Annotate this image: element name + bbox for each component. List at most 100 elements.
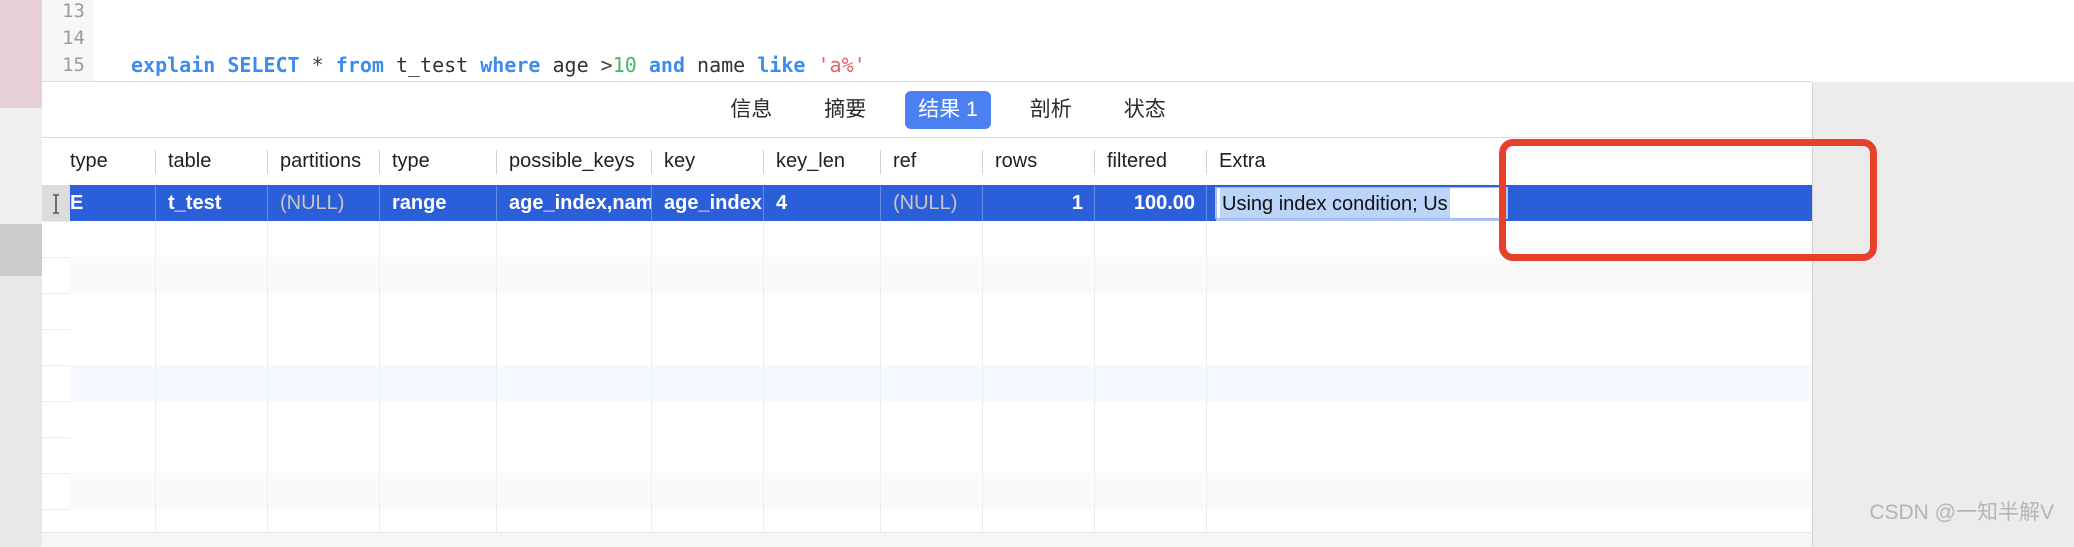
sql-editor[interactable]: 13 14 15 explain SELECT * from t_test wh… [42, 0, 2074, 82]
cell-divider [379, 257, 380, 293]
cell-divider [982, 401, 983, 437]
cell-divider [880, 329, 881, 365]
cell-type[interactable]: range [379, 185, 496, 221]
code-area[interactable]: explain SELECT * from t_test where age >… [94, 0, 2074, 82]
tab-3[interactable]: 剖析 [1017, 91, 1085, 129]
row-handle[interactable] [42, 473, 70, 510]
cell-divider [379, 473, 380, 509]
cell-divider [1094, 401, 1095, 437]
cell-divider [651, 437, 652, 473]
extra-cell-editor[interactable]: Using index condition; Us [1216, 187, 1506, 219]
row-handle[interactable] [42, 329, 70, 366]
cell-divider [379, 401, 380, 437]
column-header-partitions[interactable]: partitions [267, 138, 379, 185]
cell-divider [496, 329, 497, 365]
column-header-type[interactable]: type [379, 138, 496, 185]
cell-divider [982, 365, 983, 401]
column-header-filtered[interactable]: filtered [1094, 138, 1206, 185]
column-header-ref[interactable]: ref [880, 138, 982, 185]
table-row[interactable]: Et_test(NULL)rangeage_index,name_age_ind… [70, 185, 1812, 222]
cell-key_len[interactable]: 4 [763, 185, 880, 221]
cell-divider [496, 257, 497, 293]
row-handle[interactable] [42, 293, 70, 330]
row-handle[interactable] [42, 185, 70, 222]
cell-divider [1206, 401, 1207, 437]
cell-table[interactable]: t_test [155, 185, 267, 221]
cell-divider [267, 293, 268, 329]
cell-divider [267, 329, 268, 365]
table-row-empty[interactable] [70, 329, 1812, 366]
cell-divider [880, 401, 881, 437]
row-header-corner [42, 138, 70, 186]
sql-token: > [588, 53, 613, 77]
cell-divider [982, 473, 983, 509]
sql-token: explain [131, 53, 216, 77]
line-number: 15 [62, 54, 85, 76]
column-header-key[interactable]: key [651, 138, 763, 185]
cell-divider [651, 365, 652, 401]
sql-token: and [648, 53, 685, 77]
cell-divider [880, 257, 881, 293]
table-row-empty[interactable] [70, 473, 1812, 510]
cell-select_type[interactable]: E [70, 185, 155, 221]
row-handle[interactable] [42, 401, 70, 438]
cell-filtered[interactable]: 100.00 [1094, 185, 1206, 221]
cell-divider [1206, 293, 1207, 329]
cell-divider [379, 365, 380, 401]
column-header-possible_keys[interactable]: possible_keys [496, 138, 651, 185]
table-row-empty[interactable] [70, 437, 1812, 474]
cell-divider [379, 437, 380, 473]
cell-divider [155, 221, 156, 257]
cell-divider [155, 329, 156, 365]
watermark: CSDN @一知半解V [1869, 501, 2054, 524]
cell-divider [880, 473, 881, 509]
tab-2[interactable]: 结果 1 [905, 91, 991, 129]
cell-possible_keys[interactable]: age_index,name_ [496, 185, 651, 221]
row-header-gutter[interactable] [42, 138, 70, 546]
row-handle[interactable] [42, 221, 70, 258]
cell-partitions[interactable]: (NULL) [267, 185, 379, 221]
cell-key[interactable]: age_index [651, 185, 763, 221]
column-header-select_type[interactable]: type [70, 138, 155, 185]
cell-ref[interactable]: (NULL) [880, 185, 982, 221]
table-row-empty[interactable] [70, 221, 1812, 258]
result-grid[interactable]: type table partitions type possible_keys key k… [42, 138, 1812, 546]
cell-divider [1094, 437, 1095, 473]
column-header-key_len[interactable]: key_len [763, 138, 880, 185]
result-tabbar: 信息 摘要 结果 1 剖析 状态 [42, 82, 2074, 138]
tab-1[interactable]: 摘要 [811, 91, 879, 129]
column-header-table[interactable]: table [155, 138, 267, 185]
row-handle[interactable] [42, 437, 70, 474]
cell-divider [267, 473, 268, 509]
row-handle[interactable] [42, 365, 70, 402]
grid-header-row[interactable]: type table partitions type possible_keys key k… [70, 138, 1812, 186]
cell-divider [982, 329, 983, 365]
row-handle[interactable] [42, 257, 70, 294]
tab-0[interactable]: 信息 [717, 91, 785, 129]
cell-divider [1206, 329, 1207, 365]
tab-4[interactable]: 状态 [1111, 91, 1179, 129]
cell-divider [155, 257, 156, 293]
cell-divider [267, 221, 268, 257]
column-header-Extra[interactable]: Extra [1206, 138, 1812, 185]
cell-divider [651, 329, 652, 365]
sql-token: from [335, 53, 384, 77]
sql-token: 'a%' [817, 53, 866, 77]
cell-divider [155, 401, 156, 437]
table-row-empty[interactable] [70, 257, 1812, 294]
cell-divider [763, 401, 764, 437]
rail-segment-thumb[interactable] [0, 224, 42, 276]
table-row-empty[interactable] [70, 293, 1812, 330]
table-row-empty[interactable] [70, 401, 1812, 438]
column-header-rows[interactable]: rows [982, 138, 1094, 185]
table-row-empty[interactable] [70, 365, 1812, 402]
code-line-15[interactable]: explain SELECT * from t_test where age >… [94, 52, 866, 79]
cell-divider [155, 365, 156, 401]
sql-token: * [311, 53, 324, 77]
grid-right-border [1812, 82, 1813, 546]
cell-rows[interactable]: 1 [982, 185, 1094, 221]
grid-bottom-strip [42, 532, 1812, 547]
